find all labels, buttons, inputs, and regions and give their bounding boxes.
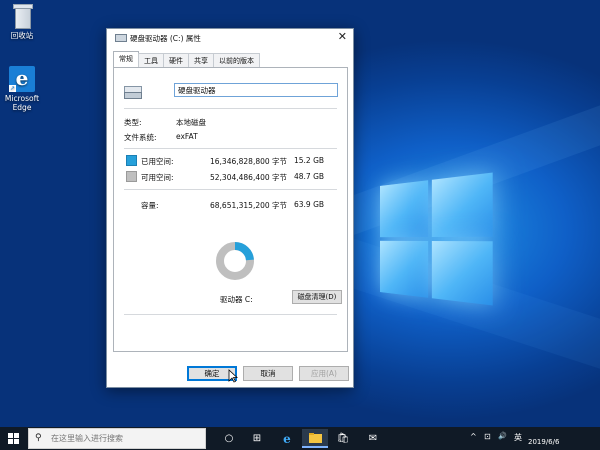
disk-cleanup-button[interactable]: 磁盘清理(D) [292, 290, 342, 304]
cancel-button[interactable]: 取消 [243, 366, 293, 381]
taskbar: ⚲ ○ ⊞ e 🛍 ✉ ^ ⊡ 🔊 英 2019/6/6 [0, 427, 600, 450]
taskbar-date[interactable]: 2019/6/6 [528, 438, 559, 446]
edge-icon: e ↗ [9, 66, 35, 92]
windows-wallpaper-logo [380, 173, 493, 306]
apply-button[interactable]: 应用(A) [299, 366, 349, 381]
free-space-swatch [126, 171, 137, 182]
title-bar[interactable]: 硬盘驱动器 (C:) 属性 ✕ [107, 29, 353, 47]
mouse-cursor-icon [228, 369, 238, 383]
used-space-swatch [126, 155, 137, 166]
capacity-label: 容量: [141, 200, 159, 211]
desktop-icon-label: 回收站 [0, 30, 44, 41]
divider [124, 148, 337, 149]
used-space-size: 15.2 GB [294, 156, 324, 165]
general-tab-panel: 类型: 本地磁盘 文件系统: exFAT 已用空间: 16,346,828,80… [113, 67, 348, 352]
shortcut-arrow-icon: ↗ [9, 85, 16, 92]
folder-icon [309, 433, 322, 443]
tab-previous-versions[interactable]: 以前的版本 [213, 53, 260, 68]
divider [124, 314, 337, 315]
multitasking-icon[interactable]: ⊞ [244, 429, 270, 448]
dialog-title: 硬盘驱动器 (C:) 属性 [130, 33, 201, 44]
drive-properties-dialog: 硬盘驱动器 (C:) 属性 ✕ 常规 工具 硬件 共享 以前的版本 类型: 本地… [106, 28, 354, 388]
network-icon[interactable]: ⊡ [484, 432, 491, 441]
tab-tools[interactable]: 工具 [138, 53, 164, 68]
start-button[interactable] [8, 433, 19, 444]
tab-sharing[interactable]: 共享 [188, 53, 214, 68]
used-space-bytes: 16,346,828,800 字节 [210, 156, 287, 167]
capacity-size: 63.9 GB [294, 200, 324, 209]
file-explorer-icon[interactable] [302, 429, 328, 448]
type-value: 本地磁盘 [176, 117, 206, 128]
free-space-label: 可用空间: [141, 172, 174, 183]
drive-icon [115, 34, 127, 42]
divider [124, 108, 337, 109]
desktop-icon-edge[interactable]: e ↗ Microsoft Edge [0, 66, 44, 112]
search-input[interactable] [51, 431, 201, 446]
volume-icon[interactable]: 🔊 [498, 432, 507, 440]
taskbar-search-box[interactable]: ⚲ [28, 428, 206, 449]
drive-caption: 驱动器 C: [220, 294, 253, 305]
used-space-label: 已用空间: [141, 156, 174, 167]
desktop-icon-label: Microsoft Edge [0, 94, 44, 112]
desktop-icon-recycle-bin[interactable]: 回收站 [0, 4, 44, 41]
recycle-bin-icon [12, 4, 32, 28]
tab-bar: 常规 工具 硬件 共享 以前的版本 [113, 53, 259, 67]
filesystem-value: exFAT [176, 132, 198, 141]
edge-taskbar-icon[interactable]: e [274, 429, 300, 448]
divider [124, 189, 337, 190]
task-view-icon[interactable]: ○ [216, 429, 242, 448]
tab-general[interactable]: 常规 [113, 51, 139, 68]
tray-overflow-icon[interactable]: ^ [470, 432, 477, 441]
ime-indicator[interactable]: 英 [514, 432, 522, 443]
free-space-size: 48.7 GB [294, 172, 324, 181]
drive-name-input[interactable] [174, 83, 338, 97]
free-space-bytes: 52,304,486,400 字节 [210, 172, 287, 183]
close-icon[interactable]: ✕ [338, 30, 347, 43]
hard-drive-icon [124, 84, 142, 98]
capacity-bytes: 68,651,315,200 字节 [210, 200, 287, 211]
tab-hardware[interactable]: 硬件 [163, 53, 189, 68]
mail-icon[interactable]: ✉ [360, 429, 386, 448]
type-label: 类型: [124, 117, 142, 128]
store-icon[interactable]: 🛍 [330, 429, 356, 448]
search-icon: ⚲ [35, 433, 42, 443]
filesystem-label: 文件系统: [124, 132, 157, 143]
usage-donut-chart [214, 240, 256, 282]
